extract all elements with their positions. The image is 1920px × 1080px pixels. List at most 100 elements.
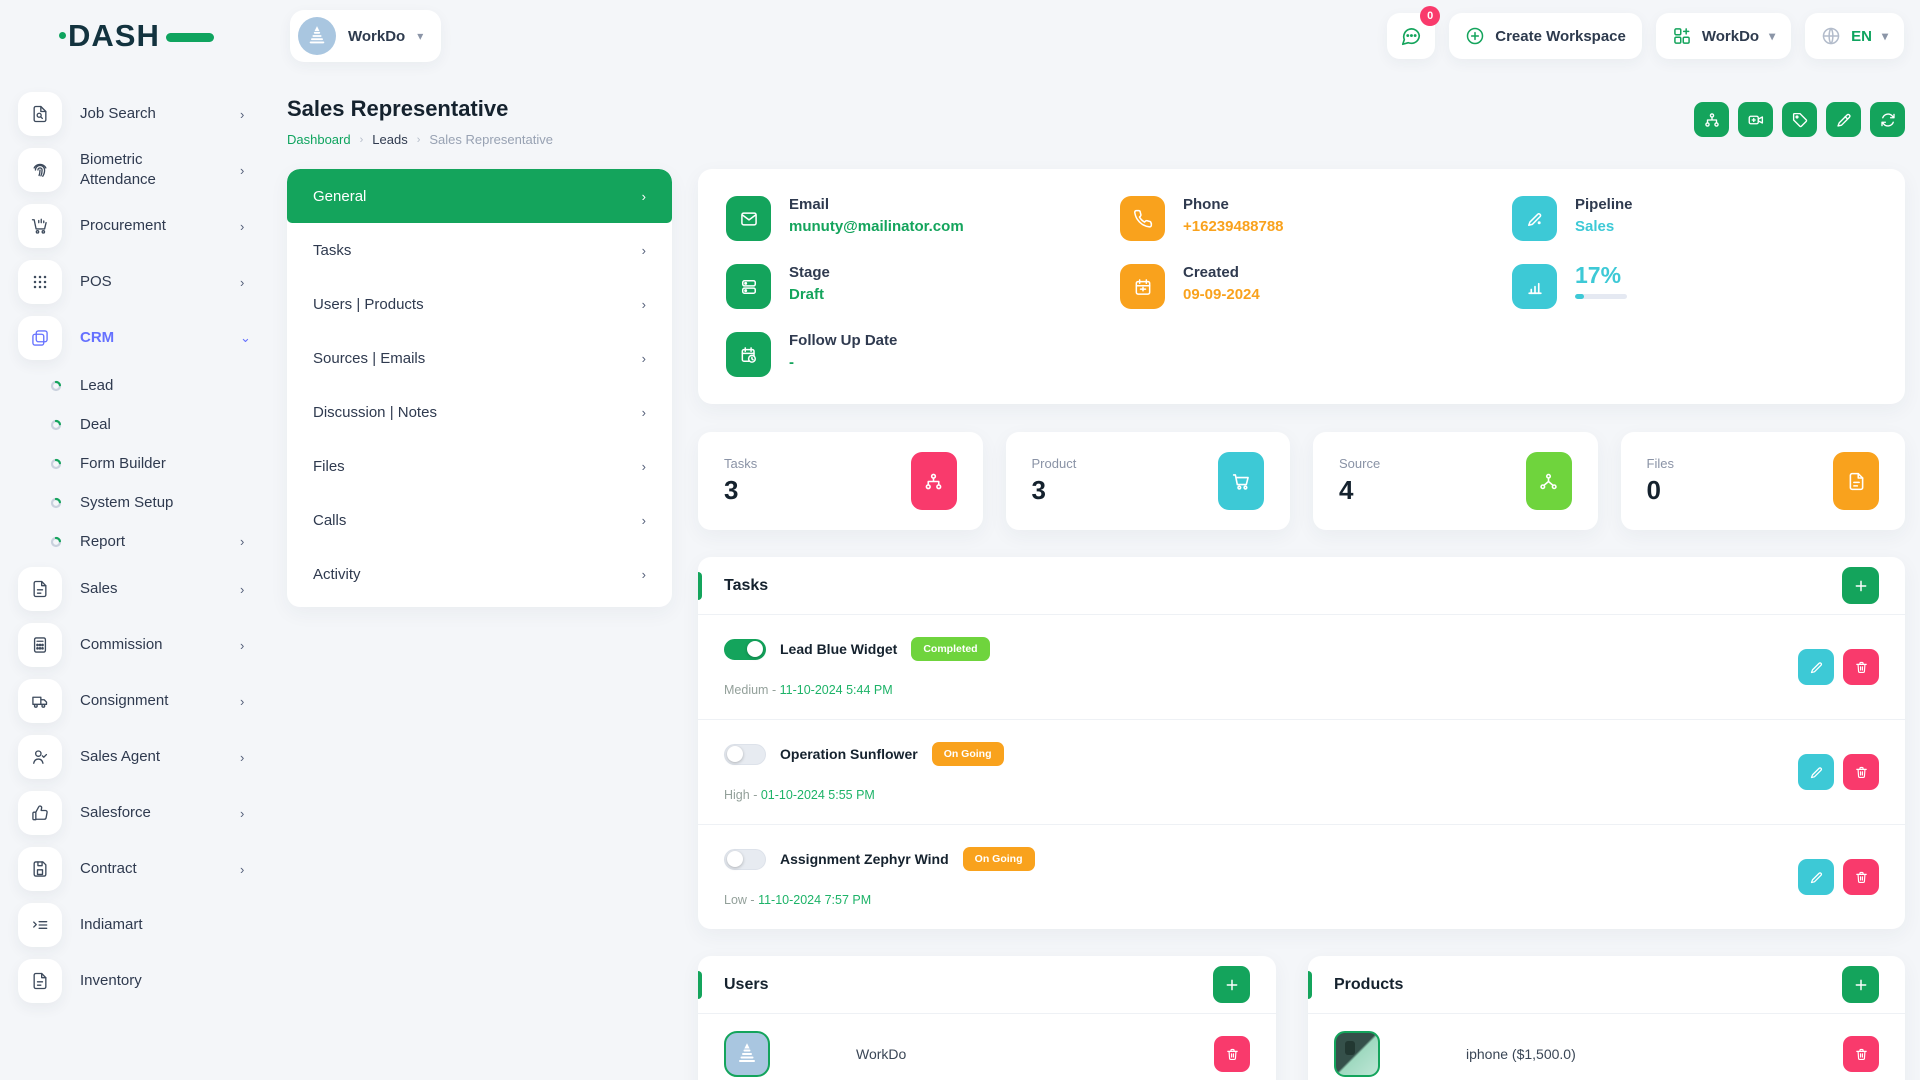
app-menu-button[interactable]: WorkDo ▾ — [1656, 13, 1791, 59]
remove-user-button[interactable] — [1214, 1036, 1250, 1072]
sidebar-subitem-form-builder[interactable]: Form Builder — [14, 444, 272, 483]
task-complete-toggle[interactable] — [724, 849, 766, 870]
task-priority: High — [724, 788, 750, 802]
pencil-icon — [1809, 870, 1824, 885]
breadcrumb-leads-link[interactable]: Leads — [372, 132, 407, 147]
progress-circle-icon — [50, 497, 64, 509]
task-row: Lead Blue Widget Completed Medium - 11-1… — [698, 615, 1905, 720]
task-meta-separator: - — [750, 893, 754, 907]
tab-tasks[interactable]: Tasks› — [287, 223, 672, 277]
topbar: DASH WorkDo ▾ 0 Create — [0, 0, 1920, 72]
truck-icon — [18, 679, 62, 723]
sidebar-item-biometric-attendance[interactable]: Biometric Attendance › — [14, 142, 272, 198]
database-icon — [726, 264, 771, 309]
users-header: Users — [698, 956, 1276, 1014]
users-section: Users WorkDo — [698, 956, 1276, 1080]
tab-label: Activity — [313, 566, 361, 583]
workspace-switcher[interactable]: WorkDo ▾ — [290, 10, 441, 62]
sidebar-subitem-label: System Setup — [80, 494, 224, 511]
sidebar-item-label: Commission — [80, 635, 198, 655]
tab-files[interactable]: Files› — [287, 439, 672, 493]
sidebar-subitem-deal[interactable]: Deal — [14, 405, 272, 444]
edit-lead-button[interactable] — [1826, 102, 1861, 137]
tab-calls[interactable]: Calls› — [287, 493, 672, 547]
add-product-button[interactable] — [1842, 966, 1879, 1003]
sidebar-item-crm[interactable]: CRM ⌄ — [14, 310, 272, 366]
task-complete-toggle[interactable] — [724, 639, 766, 660]
logo-dot — [59, 32, 66, 39]
task-complete-toggle[interactable] — [724, 744, 766, 765]
created-field: Created 09-09-2024 — [1120, 264, 1512, 309]
breadcrumb-dashboard-link[interactable]: Dashboard — [287, 132, 351, 147]
sidebar-subitem-system-setup[interactable]: System Setup — [14, 483, 272, 522]
sidebar-item-commission[interactable]: Commission › — [14, 617, 272, 673]
sidebar-item-sales[interactable]: Sales › — [14, 561, 272, 617]
sidebar-item-job-search[interactable]: Job Search › — [14, 86, 272, 142]
building-icon — [735, 1042, 759, 1066]
chevron-right-icon: › — [642, 567, 646, 582]
field-label: Email — [789, 196, 964, 213]
chevron-right-icon: › — [240, 275, 258, 290]
edit-task-button[interactable] — [1798, 754, 1834, 790]
app-logo: DASH — [68, 18, 198, 54]
remove-product-button[interactable] — [1843, 1036, 1879, 1072]
sidebar-item-procurement[interactable]: Procurement › — [14, 198, 272, 254]
tab-activity[interactable]: Activity › — [287, 547, 672, 601]
delete-task-button[interactable] — [1843, 859, 1879, 895]
sidebar-subitem-report[interactable]: Report › — [14, 522, 272, 561]
chevron-right-icon: › — [642, 297, 646, 312]
video-call-button[interactable] — [1738, 102, 1773, 137]
sidebar-item-consignment[interactable]: Consignment › — [14, 673, 272, 729]
sidebar-item-pos[interactable]: POS › — [14, 254, 272, 310]
sidebar-item-label: POS — [80, 272, 198, 292]
convert-button[interactable] — [1870, 102, 1905, 137]
email-field: Email munuty@mailinator.com — [726, 196, 1120, 241]
language-selector[interactable]: EN ▾ — [1805, 13, 1904, 59]
add-user-button[interactable] — [1213, 966, 1250, 1003]
chevron-right-icon: › — [240, 582, 258, 597]
progress-field: 17% — [1512, 264, 1877, 309]
chevron-right-icon: › — [417, 134, 421, 146]
logo-dash — [166, 33, 214, 42]
task-info: Assignment Zephyr Wind On Going Low - 11… — [724, 847, 1035, 907]
tab-users-products[interactable]: Users | Products › — [287, 277, 672, 331]
tab-discussion-notes[interactable]: Discussion | Notes› — [287, 385, 672, 439]
task-meta: Low - 11-10-2024 7:57 PM — [724, 893, 1035, 907]
tab-sources-emails[interactable]: Sources | Emails› — [287, 331, 672, 385]
sidebar-item-salesforce[interactable]: Salesforce › — [14, 785, 272, 841]
add-task-button[interactable] — [1842, 567, 1879, 604]
delete-task-button[interactable] — [1843, 754, 1879, 790]
chevron-right-icon: › — [642, 243, 646, 258]
file-icon — [1833, 452, 1879, 510]
products-title: Products — [1334, 976, 1403, 994]
tab-label: Sources | Emails — [313, 350, 425, 367]
sidebar-item-indiamart[interactable]: Indiamart — [14, 897, 272, 953]
sidebar-item-inventory[interactable]: Inventory — [14, 953, 272, 1009]
edit-task-button[interactable] — [1798, 649, 1834, 685]
messages-button[interactable]: 0 — [1387, 13, 1435, 59]
chevron-right-icon: › — [240, 163, 258, 178]
chevron-down-icon: ▾ — [417, 29, 423, 43]
sidebar-item-contract[interactable]: Contract › — [14, 841, 272, 897]
tab-general[interactable]: General› — [287, 169, 672, 223]
delete-task-button[interactable] — [1843, 649, 1879, 685]
sidebar-item-sales-agent[interactable]: Sales Agent › — [14, 729, 272, 785]
task-meta: Medium - 11-10-2024 5:44 PM — [724, 683, 990, 697]
main-content: Sales Representative Dashboard › Leads ›… — [287, 72, 1920, 1080]
create-workspace-button[interactable]: Create Workspace — [1449, 13, 1642, 59]
chevron-down-icon: ▾ — [1769, 29, 1775, 43]
chevron-right-icon: › — [360, 134, 364, 146]
envelope-icon — [726, 196, 771, 241]
task-name: Lead Blue Widget — [780, 641, 897, 657]
convert-to-deal-button[interactable] — [1694, 102, 1729, 137]
tab-label: Users | Products — [313, 296, 424, 313]
breadcrumb: Dashboard › Leads › Sales Representative — [287, 132, 1905, 147]
section-accent-bar — [698, 971, 702, 999]
sidebar-subitem-label: Deal — [80, 416, 224, 433]
task-status-badge: On Going — [963, 847, 1035, 871]
tasks-section: Tasks Lead Blue Widget Completed — [698, 557, 1905, 929]
user-avatar — [724, 1031, 770, 1077]
labels-button[interactable] — [1782, 102, 1817, 137]
sidebar-subitem-lead[interactable]: Lead — [14, 366, 272, 405]
edit-task-button[interactable] — [1798, 859, 1834, 895]
